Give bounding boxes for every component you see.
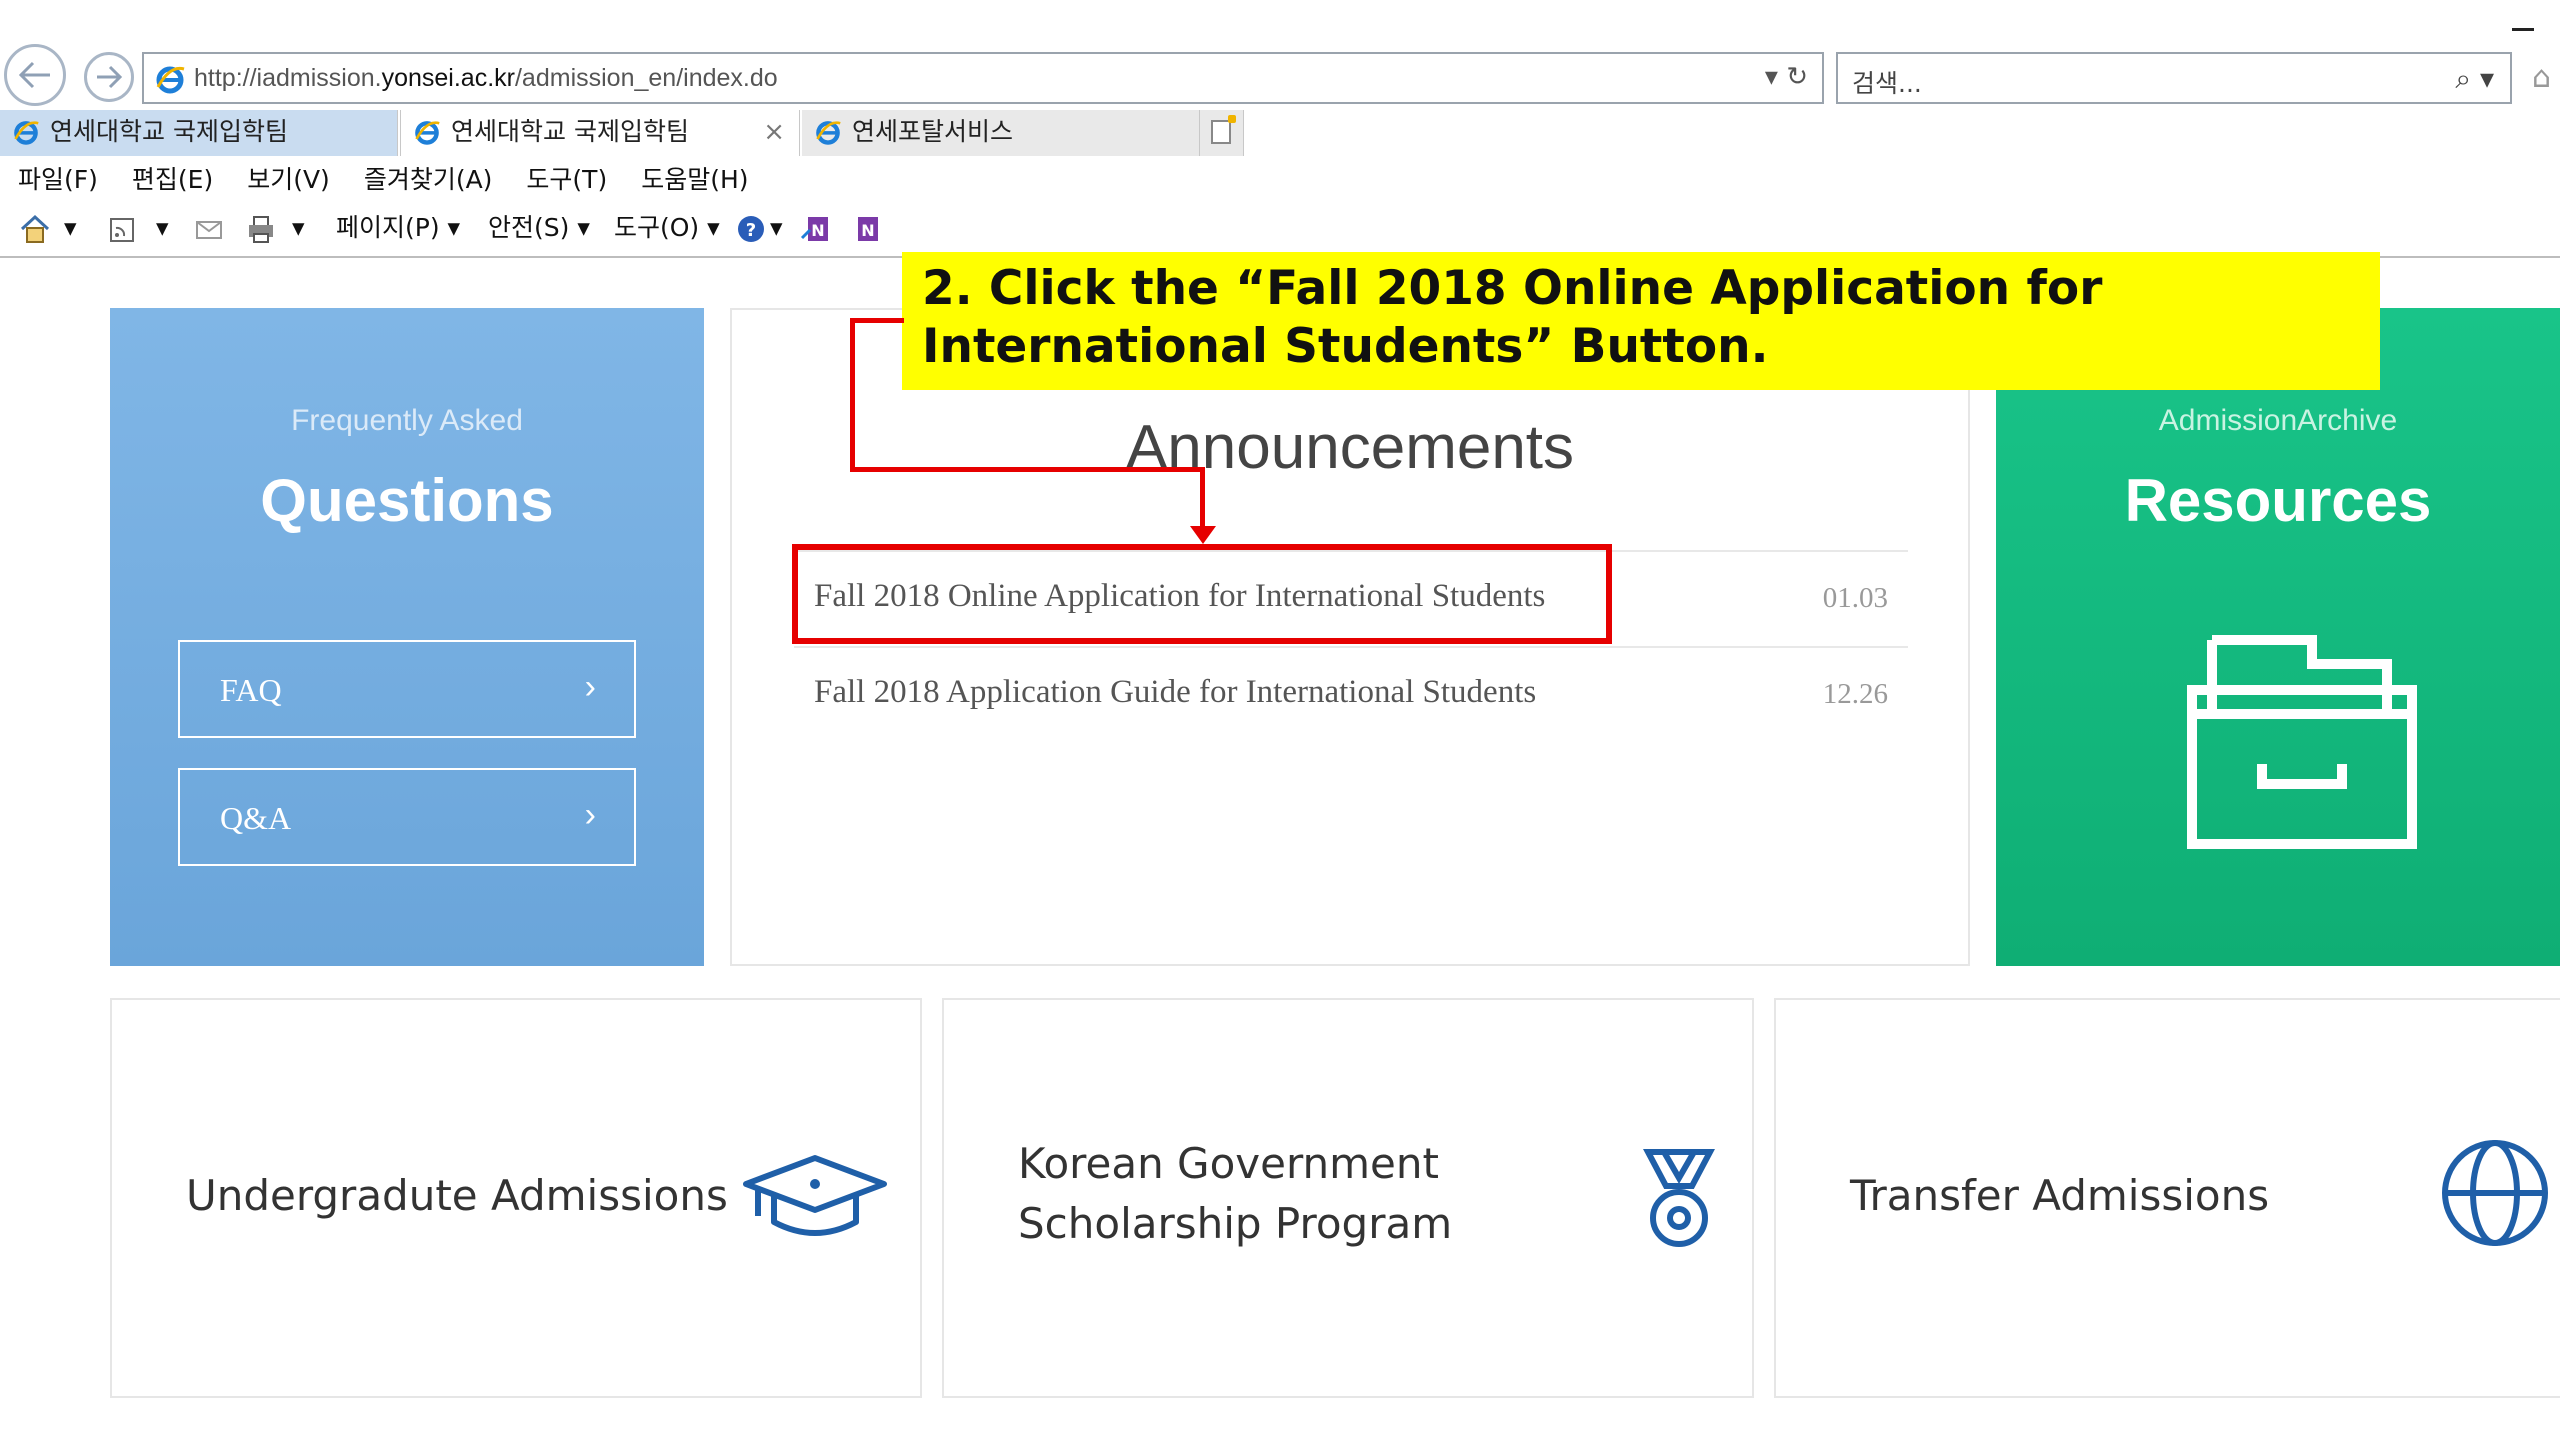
search-placeholder: 검색... — [1852, 69, 1922, 98]
tab-label: 연세대학교 국제입학팀 — [451, 117, 689, 146]
resources-panel[interactable]: AdmissionArchive Resources — [1996, 308, 2560, 966]
announcements-title: Announcements — [1125, 413, 1575, 482]
announcement-title[interactable]: Fall 2018 Application Guide for Internat… — [814, 674, 1536, 711]
menu-edit[interactable]: 편집(E) — [114, 158, 229, 202]
print-icon[interactable] — [244, 212, 278, 246]
tab-label: 연세포탈서비스 — [852, 117, 1014, 146]
faq-title: Questions — [260, 467, 554, 534]
ie-logo-icon — [816, 121, 841, 145]
chevron-right-icon: › — [584, 796, 596, 834]
tab-strip: 연세대학교 국제입학팀 연세대학교 국제입학팀 × 연세포탈서비스 — [0, 110, 2560, 156]
callout-connector — [850, 318, 904, 323]
callout-text: 2. Click the “Fall 2018 Online Applicati… — [922, 261, 2103, 374]
menu-favorites[interactable]: 즐겨찾기(A) — [346, 158, 509, 202]
card-title: Undergradute Admissions — [186, 1171, 728, 1220]
svg-text:?: ? — [746, 220, 756, 241]
scholarship-program-card[interactable]: Korean Government Scholarship Program — [942, 998, 1754, 1398]
safety-menu[interactable]: 안전(S) ▾ — [488, 212, 590, 244]
callout-connector — [850, 318, 855, 472]
page-menu[interactable]: 페이지(P) ▾ — [336, 212, 460, 244]
minimize-button[interactable] — [2498, 4, 2548, 44]
feed-icon[interactable] — [106, 212, 140, 246]
ie-logo-icon — [14, 121, 39, 145]
tab-yonsei-portal[interactable]: 연세포탈서비스 — [802, 110, 1200, 156]
svg-text:N: N — [811, 221, 824, 240]
menu-file[interactable]: 파일(F) — [0, 158, 114, 202]
url-text: http://iadmission.yonsei.ac.kr/admission… — [194, 64, 778, 92]
forward-arrow-icon — [97, 65, 123, 89]
new-tab-icon — [1211, 115, 1236, 144]
onenote-icon[interactable]: N — [850, 212, 884, 246]
globe-icon — [2442, 1140, 2548, 1246]
command-bar: ▾ ▾ ▾ 페이지(P) ▾ 안전(S) ▾ 도구(O) ▾ ? ▾ N N — [0, 204, 2560, 252]
qna-button-label: Q&A — [220, 800, 292, 836]
search-box[interactable]: 검색... ⌕ ▾ — [1836, 52, 2512, 104]
onenote-send-icon[interactable]: N — [800, 212, 834, 246]
card-title: Transfer Admissions — [1850, 1171, 2270, 1220]
tab-yonsei-admission-1[interactable]: 연세대학교 국제입학팀 — [0, 110, 398, 156]
faq-button-label: FAQ — [220, 672, 282, 708]
new-tab-button[interactable] — [1200, 110, 1244, 156]
url-refresh-controls[interactable]: ▾ ↻ — [1765, 62, 1808, 92]
tab-yonsei-admission-2[interactable]: 연세대학교 국제입학팀 × — [400, 110, 800, 156]
arrow-down-icon — [1190, 526, 1216, 544]
menu-view[interactable]: 보기(V) — [229, 158, 346, 202]
close-tab-icon[interactable]: × — [763, 110, 785, 154]
chevron-right-icon: › — [584, 668, 596, 706]
highlight-box — [792, 544, 1612, 644]
ie-logo-icon — [156, 66, 185, 94]
back-button[interactable] — [4, 44, 66, 106]
help-icon[interactable]: ? — [734, 212, 768, 246]
resources-title: Resources — [2124, 467, 2432, 534]
announcement-date: 01.03 — [1822, 582, 1888, 614]
tutorial-callout: 2. Click the “Fall 2018 Online Applicati… — [902, 252, 2380, 390]
address-bar[interactable]: http://iadmission.yonsei.ac.kr/admission… — [142, 52, 1824, 104]
callout-connector — [850, 467, 1204, 472]
menu-bar: 파일(F) 편집(E) 보기(V) 즐겨찾기(A) 도구(T) 도움말(H) — [0, 158, 2560, 202]
help-dropdown-arrow[interactable]: ▾ — [770, 212, 783, 244]
ie-logo-icon — [415, 121, 440, 145]
faq-panel: Frequently Asked Questions FAQ › Q&A › — [110, 308, 704, 966]
undergraduate-admissions-card[interactable]: Undergradute Admissions — [110, 998, 922, 1398]
card-title: Korean Government Scholarship Program — [1018, 1139, 1453, 1248]
menu-help[interactable]: 도움말(H) — [623, 158, 764, 202]
callout-connector — [1200, 467, 1205, 529]
menu-tools[interactable]: 도구(T) — [508, 158, 623, 202]
transfer-admissions-card[interactable]: Transfer Admissions — [1774, 998, 2560, 1398]
announcement-date: 12.26 — [1822, 678, 1888, 710]
resources-subtitle: AdmissionArchive — [2158, 404, 2398, 437]
home-icon[interactable]: ⌂ — [2532, 60, 2551, 95]
faq-subtitle: Frequently Asked — [291, 404, 523, 437]
mail-icon[interactable] — [192, 212, 226, 246]
home-icon[interactable] — [18, 212, 52, 246]
graduation-cap-icon — [743, 1155, 887, 1236]
announcement-item[interactable]: Fall 2018 Application Guide for Internat… — [794, 646, 1908, 742]
forward-button[interactable] — [84, 52, 134, 102]
archive-drawer-icon — [2187, 635, 2417, 849]
feed-dropdown-arrow[interactable]: ▾ — [156, 212, 169, 244]
qna-button[interactable]: Q&A › — [178, 768, 636, 866]
svg-text:N: N — [861, 221, 874, 240]
search-icon[interactable]: ⌕ ▾ — [2455, 62, 2494, 96]
tools-menu[interactable]: 도구(O) ▾ — [614, 212, 720, 244]
faq-button[interactable]: FAQ › — [178, 640, 636, 738]
back-arrow-icon — [18, 61, 50, 89]
browser-chrome: http://iadmission.yonsei.ac.kr/admission… — [0, 0, 2560, 258]
print-dropdown-arrow[interactable]: ▾ — [292, 212, 305, 244]
home-dropdown-arrow[interactable]: ▾ — [64, 212, 77, 244]
medal-icon — [1643, 1149, 1715, 1247]
tab-label: 연세대학교 국제입학팀 — [50, 117, 288, 146]
